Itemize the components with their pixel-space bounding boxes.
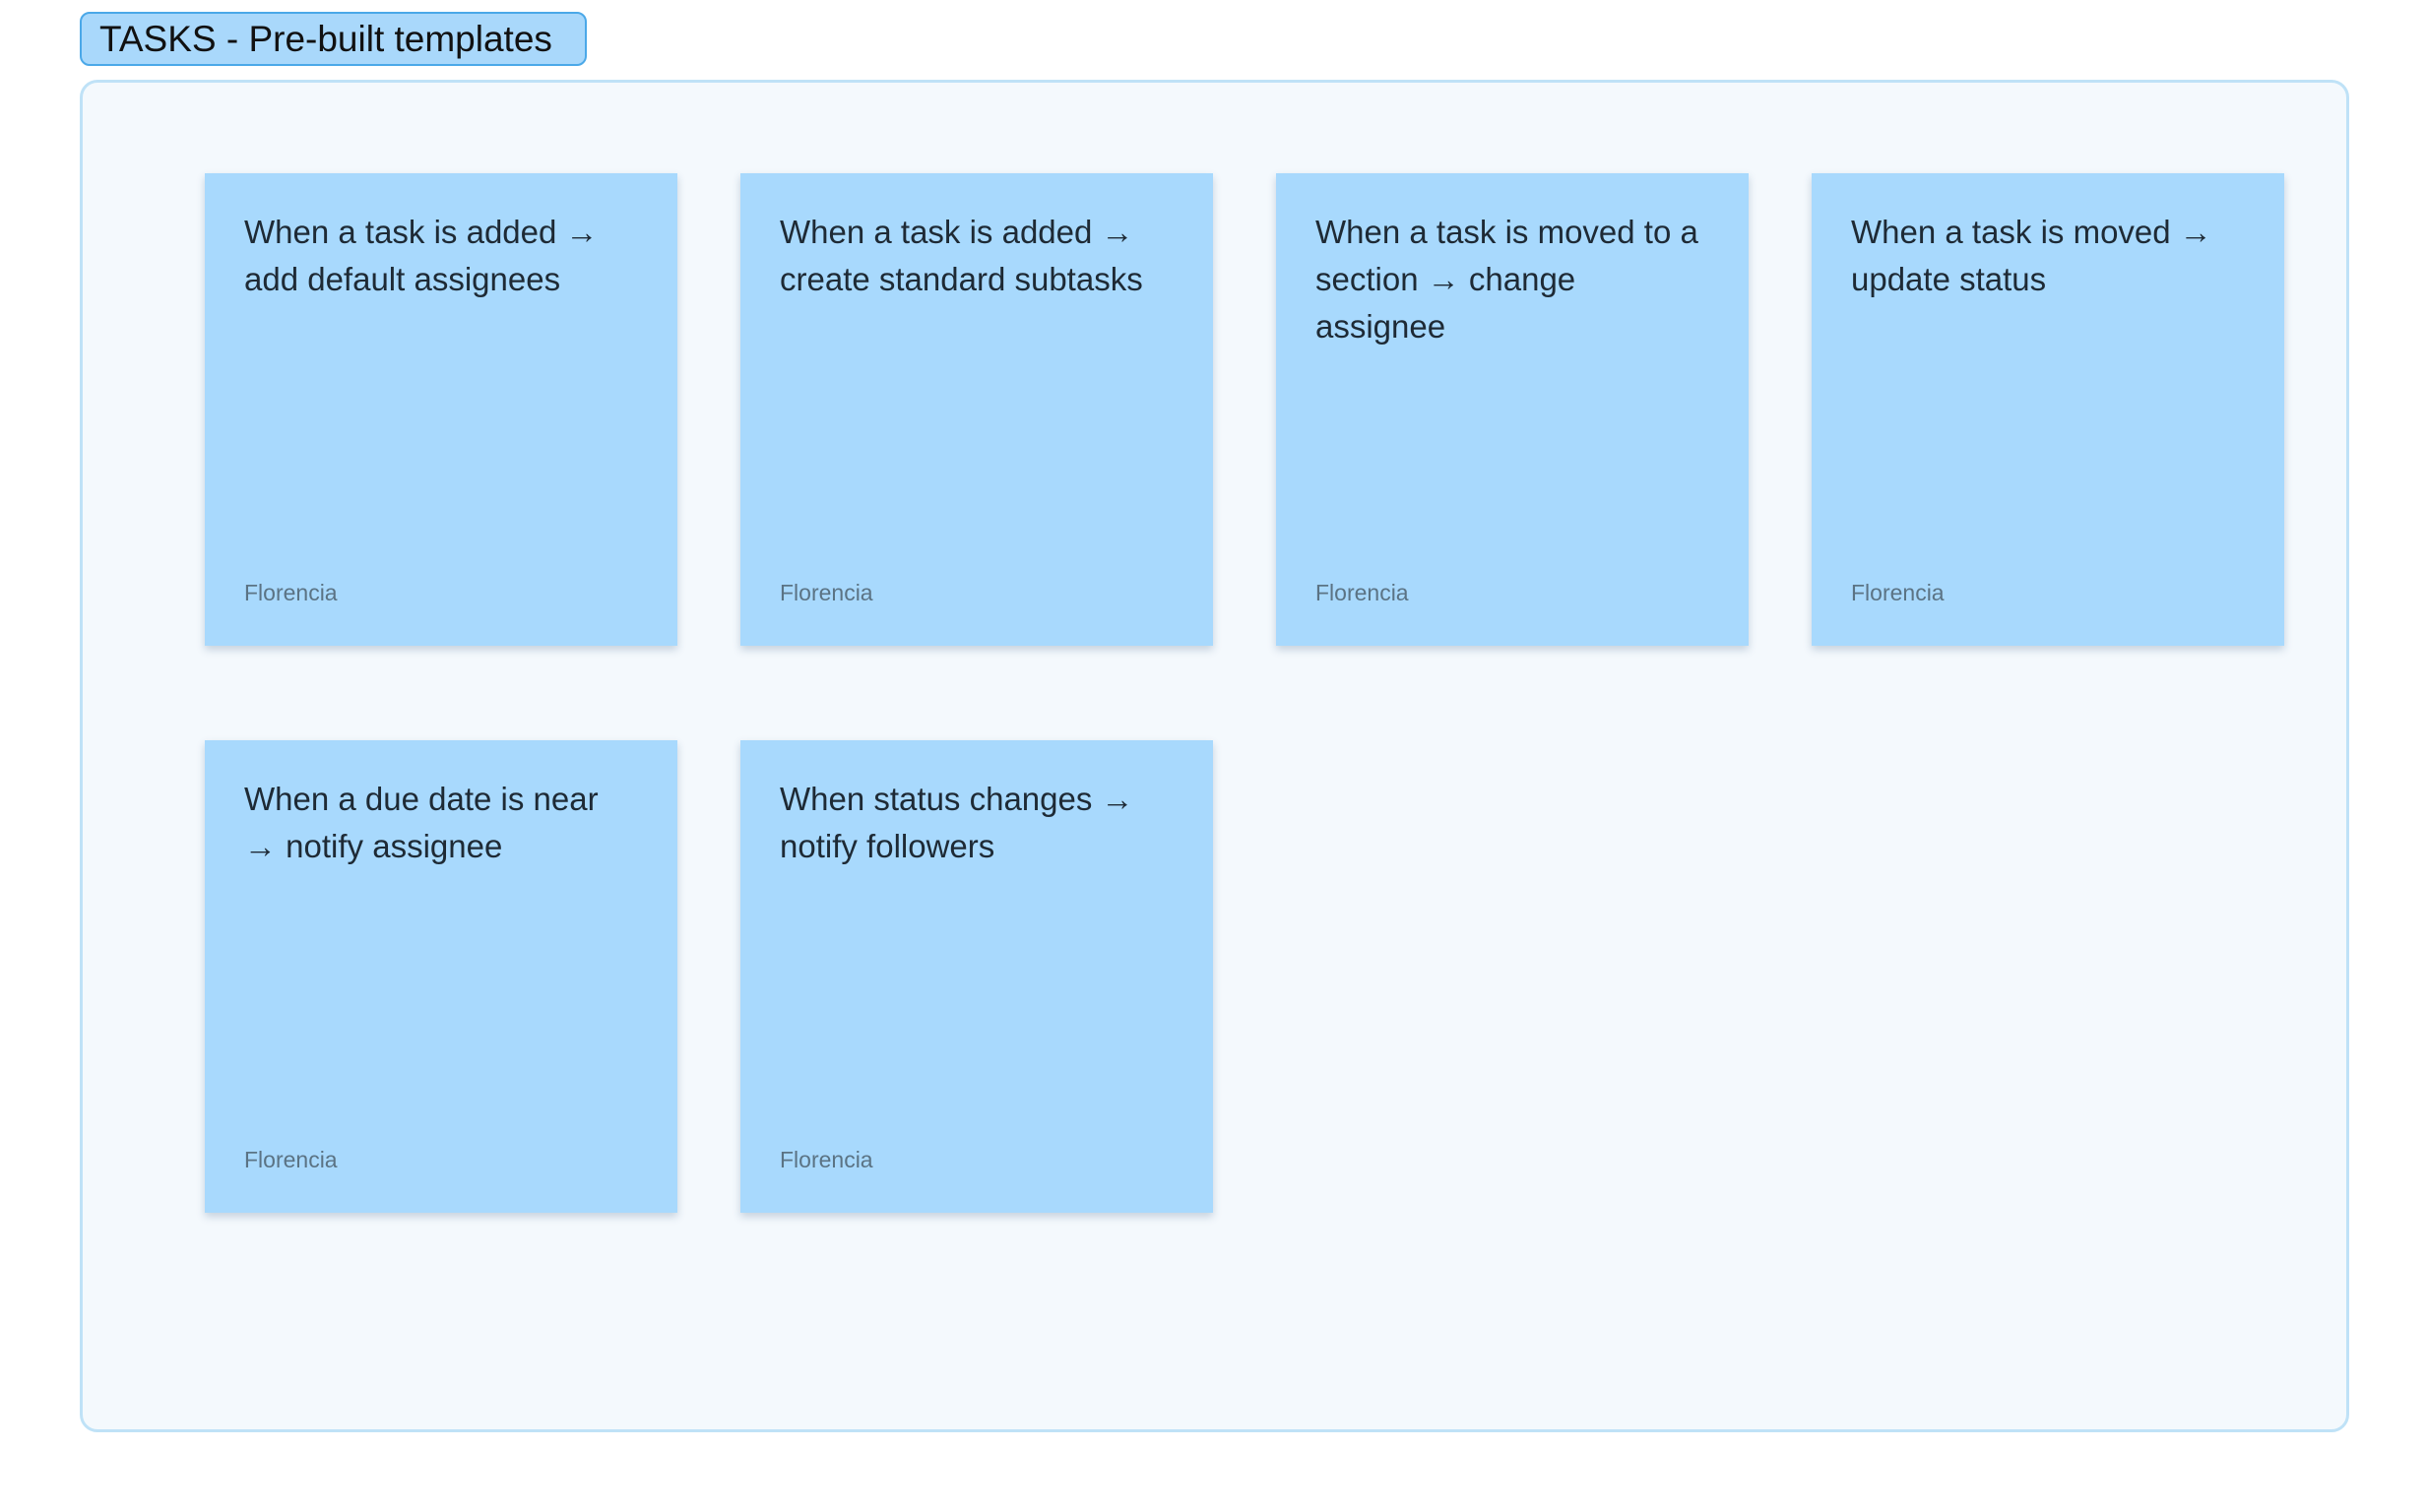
sticky-note-text: When a task is added → create standard s… (780, 214, 1143, 297)
sticky-note[interactable]: When a task is added → add default assig… (205, 173, 677, 646)
sticky-note-author: Florencia (780, 580, 873, 605)
whiteboard-canvas[interactable]: TASKS - Pre-built templates When a task … (0, 0, 2426, 1512)
sticky-note[interactable]: When a task is moved to a section → chan… (1276, 173, 1749, 646)
sticky-note-text: When a task is moved → update status (1851, 214, 2212, 297)
sticky-note-author: Florencia (1851, 580, 1945, 605)
sticky-note-text: When status changes → notify followers (780, 781, 1134, 864)
sticky-note-author: Florencia (1315, 580, 1409, 605)
sticky-note-text: When a task is moved to a section → chan… (1315, 214, 1698, 345)
sticky-note-author: Florencia (780, 1147, 873, 1172)
sticky-note[interactable]: When a task is added → create standard s… (740, 173, 1213, 646)
sticky-note[interactable]: When a task is moved → update status Flo… (1812, 173, 2284, 646)
sticky-note-text: When a due date is near → notify assigne… (244, 781, 599, 864)
sticky-note[interactable]: When status changes → notify followers F… (740, 740, 1213, 1213)
sticky-note-text: When a task is added → add default assig… (244, 214, 599, 297)
sticky-note-author: Florencia (244, 580, 338, 605)
sticky-note[interactable]: When a due date is near → notify assigne… (205, 740, 677, 1213)
sticky-note-author: Florencia (244, 1147, 338, 1172)
section-title[interactable]: TASKS - Pre-built templates (80, 12, 587, 66)
